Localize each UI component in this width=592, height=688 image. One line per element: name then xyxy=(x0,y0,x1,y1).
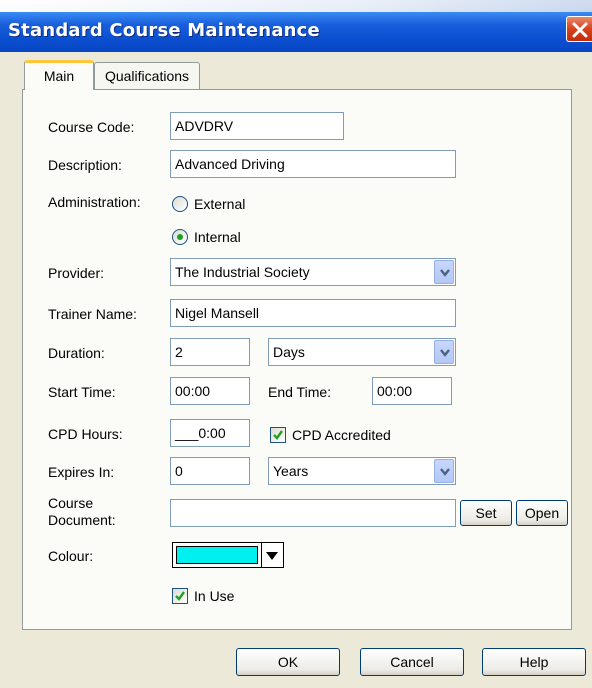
cancel-button[interactable]: Cancel xyxy=(360,648,464,676)
radio-external-label[interactable]: External xyxy=(194,196,245,212)
end-time-label: End Time: xyxy=(268,384,332,400)
start-time-input[interactable]: 00:00 xyxy=(170,377,250,405)
check-icon xyxy=(175,591,185,601)
ok-button[interactable]: OK xyxy=(236,648,340,676)
cpd-accredited-label[interactable]: CPD Accredited xyxy=(292,427,391,443)
duration-input[interactable]: 2 xyxy=(170,338,250,366)
colour-frame xyxy=(172,542,262,568)
description-label: Description: xyxy=(48,157,122,173)
trainer-name-input[interactable]: Nigel Mansell xyxy=(170,299,456,327)
colour-dropdown-button[interactable] xyxy=(262,542,284,568)
cpd-hours-input[interactable]: ___0:00 xyxy=(170,419,250,447)
course-code-label: Course Code: xyxy=(48,119,135,135)
chevron-down-icon xyxy=(440,269,450,277)
administration-label: Administration: xyxy=(48,194,141,210)
expires-unit-dropdown-button[interactable] xyxy=(434,459,454,483)
chevron-down-icon xyxy=(440,468,450,476)
expires-in-input[interactable]: 0 xyxy=(170,457,250,485)
in-use-label[interactable]: In Use xyxy=(194,588,234,604)
cpd-hours-label: CPD Hours: xyxy=(48,426,123,442)
duration-label: Duration: xyxy=(48,345,105,361)
cpd-accredited-checkbox[interactable] xyxy=(270,427,286,443)
provider-label: Provider: xyxy=(48,265,105,281)
expires-in-label: Expires In: xyxy=(48,464,115,480)
course-document-label-line2: Document: xyxy=(48,512,116,528)
colour-picker[interactable] xyxy=(172,542,284,568)
triangle-down-icon xyxy=(266,552,278,560)
check-icon xyxy=(273,430,283,440)
provider-select[interactable]: The Industrial Society xyxy=(170,258,456,286)
colour-swatch xyxy=(176,546,258,564)
trainer-name-label: Trainer Name: xyxy=(48,306,137,322)
open-button[interactable]: Open xyxy=(516,500,568,526)
provider-dropdown-button[interactable] xyxy=(434,260,454,284)
radio-selected-dot xyxy=(177,234,183,240)
description-input[interactable]: Advanced Driving xyxy=(170,150,456,178)
course-document-input[interactable] xyxy=(170,499,456,527)
in-use-checkbox[interactable] xyxy=(172,588,188,604)
start-time-label: Start Time: xyxy=(48,384,116,400)
end-time-input[interactable]: 00:00 xyxy=(372,377,452,405)
radio-internal[interactable] xyxy=(172,229,188,245)
dialog-window: Standard Course Maintenance Main Qualifi… xyxy=(0,0,592,688)
course-code-input[interactable]: ADVDRV xyxy=(170,112,344,140)
provider-value: The Industrial Society xyxy=(175,264,310,280)
duration-unit-select[interactable]: Days xyxy=(268,338,456,366)
course-document-label-line1: Course xyxy=(48,495,94,511)
chevron-down-icon xyxy=(440,349,450,357)
set-button[interactable]: Set xyxy=(460,500,512,526)
duration-unit-dropdown-button[interactable] xyxy=(434,340,454,364)
help-button[interactable]: Help xyxy=(482,648,586,676)
expires-unit-select[interactable]: Years xyxy=(268,457,456,485)
radio-external[interactable] xyxy=(172,196,188,212)
expires-unit-value: Years xyxy=(273,463,309,479)
colour-label: Colour: xyxy=(48,548,94,564)
radio-internal-label[interactable]: Internal xyxy=(194,229,241,245)
duration-unit-value: Days xyxy=(273,344,305,360)
